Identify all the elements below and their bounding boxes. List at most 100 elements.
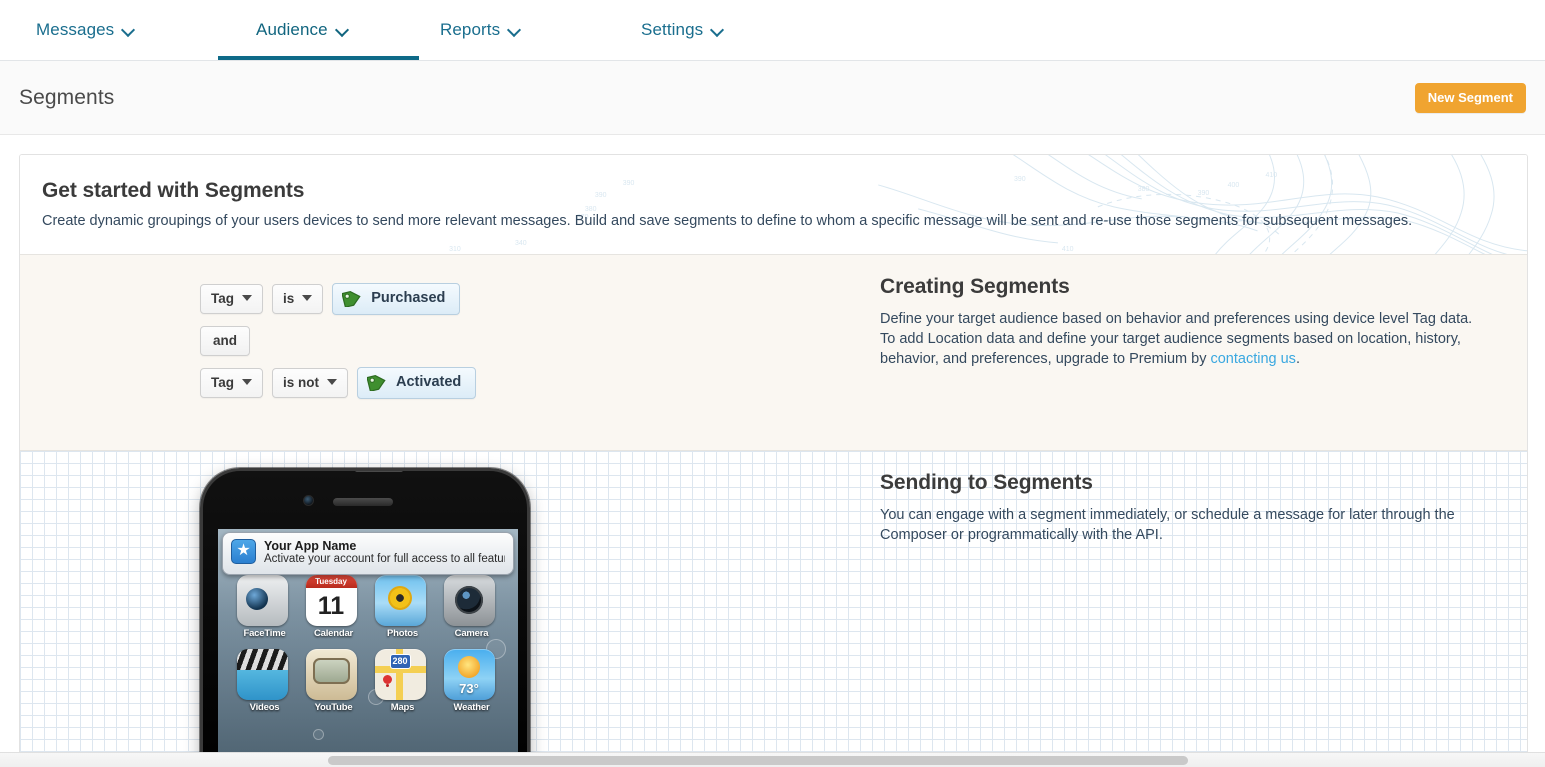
front-camera-icon [303, 494, 314, 506]
svg-text:410: 410 [1266, 172, 1278, 179]
weather-temperature: 73° [459, 680, 479, 696]
contacting-us-link[interactable]: contacting us [1210, 351, 1295, 367]
phone-screen: FaceTime Tuesday 11 Calendar Photos Came… [218, 528, 518, 759]
svg-text:310: 310 [449, 246, 461, 253]
creating-segments-heading: Creating Segments [880, 274, 1070, 298]
videos-icon [236, 648, 288, 700]
push-notification-banner[interactable]: ★ Your App Name Activate your account fo… [222, 531, 514, 575]
segment-builder-illustration: Tag is Purchased and Tag is not Activate… [20, 255, 880, 450]
tag-value-chip-purchased-label: Purchased [371, 290, 446, 307]
map-pin-icon [382, 674, 392, 684]
tag-icon [366, 374, 386, 392]
facetime-icon [236, 574, 288, 626]
creating-segments-text: Creating Segments Define your target aud… [880, 255, 1527, 450]
segment-builder: Tag is Purchased and Tag is not Activate… [20, 255, 880, 399]
youtube-icon [305, 648, 357, 700]
nav-items: Messages Audience Reports Settings [0, 0, 840, 60]
app-icon-calendar[interactable]: Tuesday 11 Calendar [305, 574, 362, 639]
page-header: Segments New Segment [0, 61, 1545, 135]
phone-illustration: FaceTime Tuesday 11 Calendar Photos Came… [20, 451, 880, 759]
app-label: FaceTime [243, 627, 286, 639]
tag-value-chip-activated-label: Activated [396, 374, 462, 391]
nav-tab-reports[interactable]: Reports [438, 0, 639, 60]
weather-icon: 73° [443, 648, 495, 700]
tag-value-chip-purchased[interactable]: Purchased [332, 282, 461, 315]
chevron-down-icon [337, 24, 348, 35]
page-title: Segments [19, 85, 115, 109]
notification-text: Your App Name Activate your account for … [264, 539, 505, 567]
app-icon-weather[interactable]: 73° Weather [443, 648, 500, 713]
intro-body: Create dynamic groupings of your users d… [42, 213, 1413, 229]
nav-tab-messages-label: Messages [36, 20, 115, 39]
calendar-day: 11 [317, 592, 345, 621]
tag-value-chip-activated[interactable]: Activated [357, 366, 477, 399]
creating-segments-body: Define your target audience based on beh… [880, 309, 1487, 369]
operator-selector-2-label: is not [283, 374, 319, 390]
nav-tab-settings[interactable]: Settings [639, 0, 840, 60]
photos-icon [374, 574, 426, 626]
app-icon-videos[interactable]: Videos [236, 648, 293, 713]
nav-tab-audience[interactable]: Audience [218, 0, 438, 60]
sending-to-segments-text: Sending to Segments You can engage with … [880, 451, 1527, 759]
active-tab-underline [218, 56, 419, 60]
intro-heading: Get started with Segments [42, 179, 305, 202]
field-selector-tag-2[interactable]: Tag [200, 367, 263, 398]
maps-icon: 280 [374, 648, 426, 700]
app-label: Camera [454, 627, 489, 639]
clapperboard-shape [236, 648, 288, 670]
iphone-mockup: FaceTime Tuesday 11 Calendar Photos Came… [200, 467, 530, 759]
field-selector-tag-1[interactable]: Tag [200, 283, 263, 314]
app-icon-maps[interactable]: 280 Maps [374, 648, 431, 713]
nav-tab-settings-label: Settings [641, 20, 704, 39]
app-label: Photos [387, 627, 418, 639]
app-label: Maps [390, 701, 415, 713]
chevron-down-icon [509, 24, 520, 35]
app-icon-camera[interactable]: Camera [443, 574, 500, 639]
conjunction-and-label: and [213, 332, 238, 348]
sending-to-segments-heading: Sending to Segments [880, 470, 1093, 494]
app-icon-youtube[interactable]: YouTube [305, 648, 362, 713]
home-screen-app-grid: FaceTime Tuesday 11 Calendar Photos Came… [218, 571, 518, 717]
segment-condition-row-2: Tag is not Activated [200, 366, 880, 399]
chevron-down-icon [327, 379, 337, 386]
operator-selector-2[interactable]: is not [272, 367, 348, 398]
calendar-weekday: Tuesday [305, 574, 357, 588]
horizontal-scrollbar[interactable] [0, 752, 1545, 767]
app-label: Weather [453, 701, 490, 713]
sending-to-segments-band: FaceTime Tuesday 11 Calendar Photos Came… [20, 450, 1527, 759]
chevron-down-icon [242, 295, 252, 302]
creating-body-text: Define your target audience based on beh… [880, 310, 1473, 367]
svg-text:410: 410 [1062, 246, 1074, 253]
sending-to-segments-body: You can engage with a segment immediatel… [880, 506, 1455, 543]
nav-tab-reports-label: Reports [440, 20, 501, 39]
top-navigation-bar: Messages Audience Reports Settings [0, 0, 1545, 61]
svg-text:340: 340 [515, 240, 527, 247]
camera-icon [443, 574, 495, 626]
phone-body: FaceTime Tuesday 11 Calendar Photos Came… [200, 467, 530, 759]
field-selector-tag-1-label: Tag [211, 290, 234, 306]
intro-band: 390 390 380 370 340 310 390 380 390 400 … [20, 155, 1527, 255]
app-label: Videos [249, 701, 280, 713]
nav-tab-messages[interactable]: Messages [36, 0, 237, 60]
conjunction-and-chip[interactable]: and [200, 325, 251, 356]
nav-tab-audience-label: Audience [256, 20, 328, 39]
creating-body-period: . [1295, 350, 1300, 367]
content-area: 390 390 380 370 340 310 390 380 390 400 … [0, 135, 1545, 767]
new-segment-button[interactable]: New Segment [1414, 82, 1526, 113]
get-started-card: 390 390 380 370 340 310 390 380 390 400 … [19, 154, 1528, 767]
tag-icon [341, 290, 361, 308]
notification-message: Activate your account for full access to… [264, 552, 505, 565]
creating-segments-band: Tag is Purchased and Tag is not Activate… [20, 254, 1527, 451]
operator-selector-1[interactable]: is [272, 283, 324, 314]
segment-condition-row-1: Tag is Purchased [200, 282, 880, 315]
app-icon-facetime[interactable]: FaceTime [236, 574, 293, 639]
intro-content: Get started with Segments Create dynamic… [42, 179, 1505, 232]
maps-route-badge: 280 [389, 653, 411, 669]
horizontal-scrollbar-thumb[interactable] [328, 756, 1188, 765]
wallpaper-droplet [313, 728, 324, 740]
chevron-down-icon [712, 24, 723, 35]
star-app-icon: ★ [231, 538, 256, 564]
app-icon-photos[interactable]: Photos [374, 574, 431, 639]
chevron-down-icon [242, 379, 252, 386]
segment-conjunction-row: and [200, 325, 880, 356]
